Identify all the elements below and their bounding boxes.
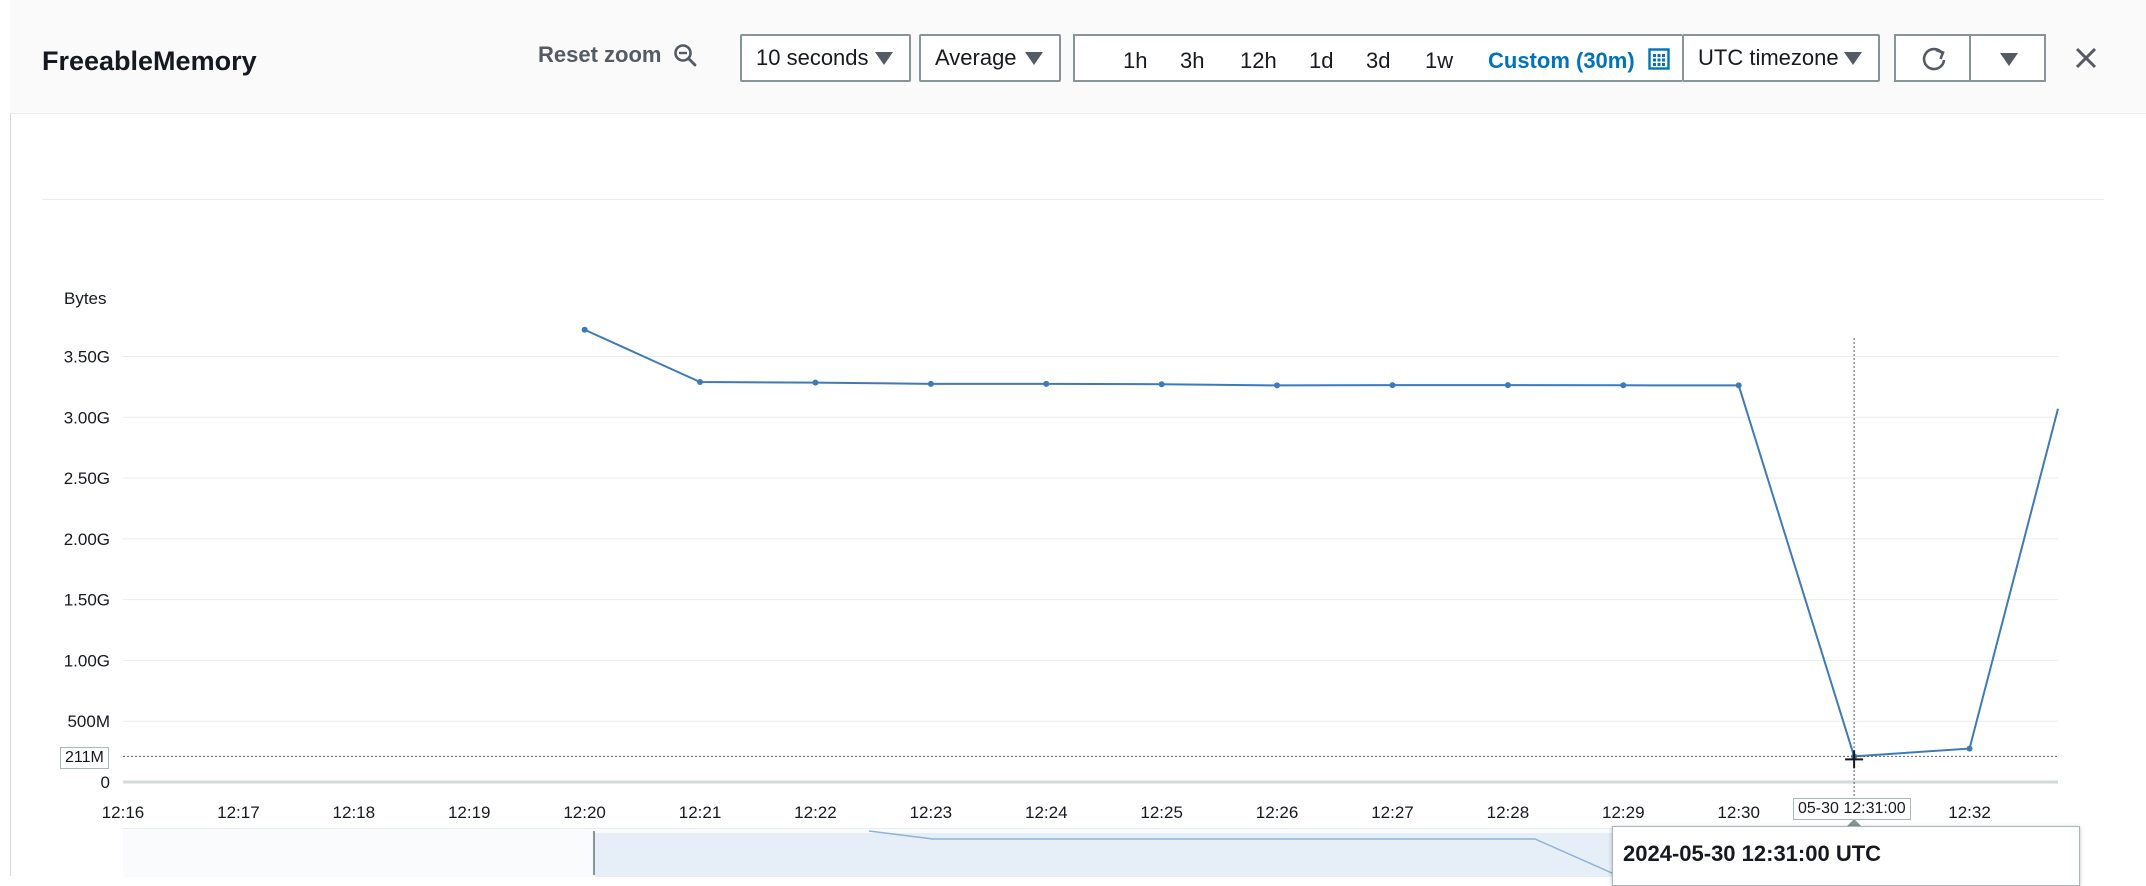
data-point (1504, 382, 1511, 389)
x-tick-label: 12:19 (448, 803, 491, 822)
series-line (584, 328, 2059, 758)
x-tick-label: 12:32 (1948, 803, 1991, 822)
data-point (812, 379, 819, 386)
x-tick-label: 12:27 (1371, 803, 1414, 822)
x-tick-label: 12:25 (1140, 803, 1183, 822)
x-tick-label: 12:22 (794, 803, 837, 822)
y-tick-label: 2.50G (64, 469, 110, 488)
crosshair-y-value: 211M (60, 747, 109, 769)
data-point (1735, 382, 1742, 389)
x-tick-label: 12:18 (333, 803, 376, 822)
x-tick-label: 12:28 (1487, 803, 1530, 822)
y-tick-label: 2.00G (64, 530, 110, 549)
y-tick-label: 0 (101, 773, 110, 792)
x-tick-label: 12:21 (679, 803, 722, 822)
crosshair-marker (1847, 819, 1862, 826)
data-point (697, 379, 704, 386)
tooltip-timestamp: 2024-05-30 12:31:00 UTC (1623, 841, 1882, 866)
y-tick-label: 3.00G (64, 408, 110, 427)
navigator-left-handle[interactable] (593, 831, 595, 875)
data-point (927, 380, 934, 387)
y-tick-label: 500M (67, 712, 110, 731)
data-point (1274, 382, 1281, 389)
data-point (581, 326, 588, 333)
crosshair-x-value: 05-30 12:31:00 (1793, 798, 1911, 820)
y-tick-label: 3.50G (64, 347, 110, 366)
x-tick-label: 12:24 (1025, 803, 1068, 822)
data-point (1966, 745, 1973, 752)
y-tick-label: 1.50G (64, 591, 110, 610)
x-tick-label: 12:16 (102, 803, 145, 822)
x-tick-label: 12:20 (563, 803, 606, 822)
x-tick-label: 12:26 (1256, 803, 1299, 822)
data-point (1389, 382, 1396, 389)
y-axis-label: Bytes (64, 289, 107, 308)
data-point (1043, 380, 1050, 387)
y-tick-label: 1.00G (64, 651, 110, 670)
x-tick-label: 12:30 (1717, 803, 1760, 822)
datapoint-tooltip: 2024-05-30 12:31:00 UTC (1612, 826, 2080, 886)
x-tick-label: 12:17 (217, 803, 260, 822)
freeable-memory-chart[interactable]: 0 500M 1.00G 1.50G 2.00G 2.50G 3.00G 3.50G Bytes… (0, 0, 2146, 876)
x-tick-label: 12:23 (910, 803, 953, 822)
data-point (1158, 381, 1165, 388)
x-tick-label: 12:29 (1602, 803, 1645, 822)
data-point (1620, 382, 1627, 389)
